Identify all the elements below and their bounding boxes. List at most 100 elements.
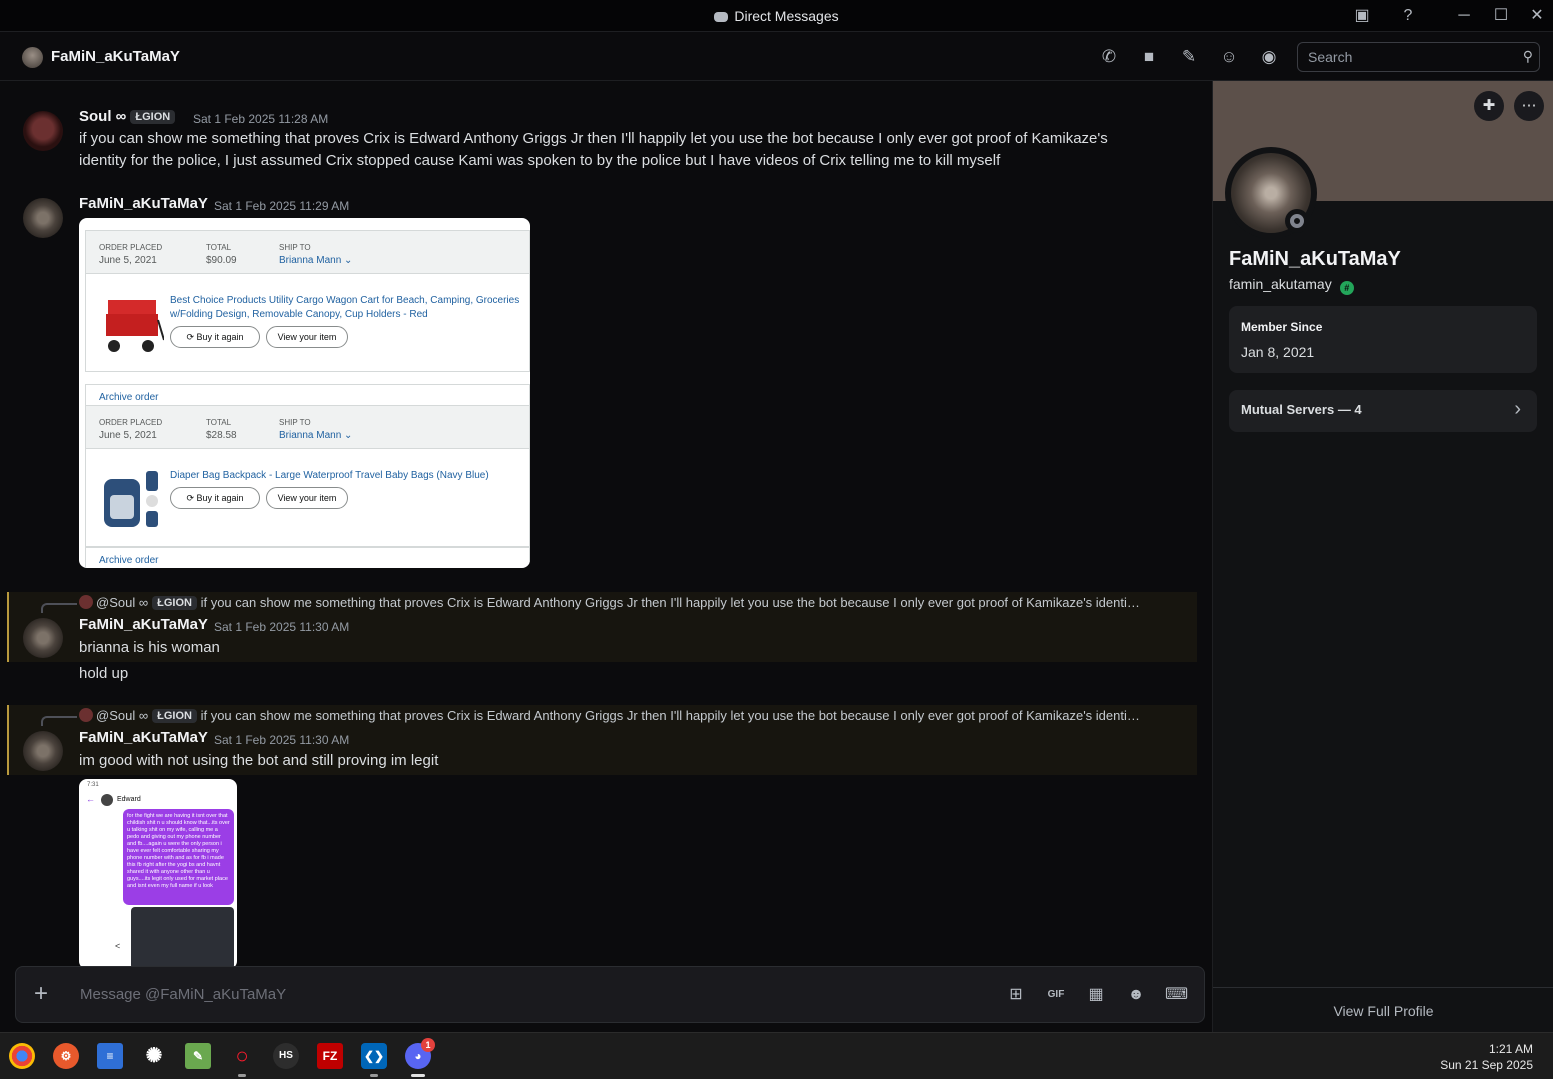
message-input[interactable]: Message @FaMiN_aKuTaMaY xyxy=(80,986,286,1003)
message-text: hold up xyxy=(79,665,129,682)
reply-preview[interactable]: @Soul ∞ ŁGION if you can show me somethin… xyxy=(41,708,1140,726)
image-attachment-orders[interactable]: ORDER PLACED June 5, 2021 TOTAL $90.09 S… xyxy=(79,218,530,568)
filezilla-icon[interactable]: FZ xyxy=(317,1043,343,1069)
archive-order-link: Archive order xyxy=(85,547,530,568)
phone-icon[interactable]: ✆ xyxy=(1099,47,1119,67)
notepad-plus-icon[interactable]: ✎ xyxy=(185,1043,211,1069)
chatgpt-icon[interactable]: ✺ xyxy=(141,1043,167,1069)
user-profile-panel: ✚ ⋯ FaMiN_aKuTaMaY famin_akutamay # Membe… xyxy=(1212,81,1553,1032)
buy-again-button: ⟳ Buy it again xyxy=(170,326,260,348)
message-timestamp: Sat 1 Feb 2025 11:30 AM xyxy=(214,620,350,634)
discord-icon xyxy=(714,12,729,22)
avatar[interactable] xyxy=(23,198,63,238)
user-profile-icon[interactable]: ◉ xyxy=(1259,47,1279,67)
status-indicator xyxy=(1285,209,1309,233)
message-timestamp: Sat 1 Feb 2025 11:29 AM xyxy=(214,199,350,213)
order-header: ORDER PLACED June 5, 2021 TOTAL $90.09 S… xyxy=(85,230,530,274)
maximize-button[interactable]: ☐ xyxy=(1491,6,1511,26)
clock-time: 1:21 AM xyxy=(1488,1042,1533,1056)
message-text: brianna is his woman xyxy=(79,639,220,656)
video-icon[interactable]: ■ xyxy=(1139,47,1159,67)
member-since-label: Member Since xyxy=(1241,320,1323,334)
profile-display-name: FaMiN_aKuTaMaY xyxy=(1229,248,1401,270)
diaper-bag-product-image xyxy=(104,471,158,527)
profile-username: famin_akutamay # xyxy=(1229,276,1354,295)
phone-status-bar: 7:31 xyxy=(87,782,99,788)
mutual-servers-button[interactable]: Mutual Servers — 4 › xyxy=(1229,390,1537,432)
message-timestamp: Sat 1 Feb 2025 11:30 AM xyxy=(214,733,350,747)
phone-embedded-screenshot xyxy=(131,907,234,966)
phone-message-bubble: for the fight we are having it isnt over… xyxy=(123,809,234,905)
opera-icon[interactable]: ○ xyxy=(229,1043,255,1077)
phone-contact-name: Edward xyxy=(117,796,141,803)
chevron-down-icon: ⌄ xyxy=(344,255,353,266)
avatar[interactable] xyxy=(23,618,63,658)
product-title: Best Choice Products Utility Cargo Wagon… xyxy=(170,295,520,320)
vscode-icon[interactable]: ❮❯ xyxy=(361,1043,387,1077)
reply-spine xyxy=(41,716,77,726)
message-list[interactable]: Soul ∞ ŁGION Sat 1 Feb 2025 11:28 AM if y… xyxy=(0,81,1212,966)
message-author[interactable]: FaMiN_aKuTaMaY xyxy=(79,729,208,746)
pin-icon[interactable]: ✎ xyxy=(1179,47,1199,67)
order-body: Diaper Bag Backpack - Large Waterproof T… xyxy=(85,449,530,547)
hs-icon[interactable]: HS xyxy=(273,1043,299,1069)
dm-header: FaMiN_aKuTaMaY ✆ ■ ✎ ☺ ◉ ⚲ xyxy=(0,33,1553,81)
message-text: if you can show me something that proves… xyxy=(79,130,1108,147)
image-attachment-phone[interactable]: 7:31 ← Edward for the fight we are havin… xyxy=(79,779,237,966)
buy-again-button: ⟳ Buy it again xyxy=(170,487,260,509)
notification-badge: 1 xyxy=(421,1038,435,1052)
message-text: identity for the police, I just assumed … xyxy=(79,152,1001,169)
close-button[interactable]: ✕ xyxy=(1527,6,1547,26)
gift-icon[interactable]: ⊞ xyxy=(1005,985,1027,1005)
discord-icon[interactable]: ◕ 1 xyxy=(405,1038,435,1077)
reply-preview[interactable]: @Soul ∞ ŁGION if you can show me somethin… xyxy=(41,595,1140,613)
inbox-icon[interactable]: ▣ xyxy=(1352,6,1372,26)
sticker-icon[interactable]: ▦ xyxy=(1085,985,1107,1005)
view-full-profile-button[interactable]: View Full Profile xyxy=(1213,987,1553,1032)
reorder-icon: ⟳ xyxy=(186,493,197,503)
launcher-icon[interactable]: ⚙ xyxy=(53,1043,79,1069)
avatar xyxy=(101,794,113,806)
gamepad-icon[interactable]: ⌨ xyxy=(1165,985,1188,1005)
message-author[interactable]: FaMiN_aKuTaMaY xyxy=(79,616,208,633)
avatar xyxy=(79,595,93,609)
add-friends-icon[interactable]: ☺ xyxy=(1219,47,1239,67)
share-icon: < xyxy=(115,941,121,951)
emoji-icon[interactable]: ☻ xyxy=(1125,985,1147,1005)
reply-spine xyxy=(41,603,77,613)
dm-recipient-name[interactable]: FaMiN_aKuTaMaY xyxy=(51,48,180,65)
add-attachment-button[interactable]: + xyxy=(34,981,48,1007)
message-timestamp: Sat 1 Feb 2025 11:28 AM xyxy=(193,112,329,126)
chevron-right-icon: › xyxy=(1514,398,1521,420)
notepad-icon[interactable]: ≡ xyxy=(97,1043,123,1069)
reorder-icon: ⟳ xyxy=(186,332,197,342)
search-box[interactable]: ⚲ xyxy=(1297,42,1540,72)
product-title: Diaper Bag Backpack - Large Waterproof T… xyxy=(170,470,489,481)
order-header: ORDER PLACED June 5, 2021 TOTAL $28.58 S… xyxy=(85,405,530,449)
system-clock[interactable]: 1:21 AM Sun 21 Sep 2025 xyxy=(1440,1041,1533,1073)
phone-chat-header: ← Edward xyxy=(79,791,237,809)
search-input[interactable] xyxy=(1308,49,1508,65)
message-composer[interactable]: + Message @FaMiN_aKuTaMaY ⊞ GIF ▦ ☻ ⌨ xyxy=(15,966,1205,1023)
member-since-box: Member Since Jan 8, 2021 xyxy=(1229,306,1537,373)
search-icon: ⚲ xyxy=(1522,48,1533,64)
chrome-icon[interactable] xyxy=(9,1043,35,1069)
add-friend-icon[interactable]: ✚ xyxy=(1474,91,1504,121)
avatar xyxy=(79,708,93,722)
message-author[interactable]: Soul ∞ ŁGION xyxy=(79,108,176,125)
window-titlebar: Direct Messages ▣ ? ─ ☐ ✕ xyxy=(0,0,1553,32)
wagon-product-image xyxy=(106,300,164,352)
minimize-button[interactable]: ─ xyxy=(1454,6,1474,26)
avatar[interactable] xyxy=(23,111,63,151)
avatar[interactable] xyxy=(22,47,43,68)
message-author[interactable]: FaMiN_aKuTaMaY xyxy=(79,195,208,212)
order-body: Best Choice Products Utility Cargo Wagon… xyxy=(85,274,530,372)
help-icon[interactable]: ? xyxy=(1398,6,1418,26)
clock-date: Sun 21 Sep 2025 xyxy=(1440,1058,1533,1072)
server-tag[interactable]: ŁGION xyxy=(130,110,176,124)
avatar[interactable] xyxy=(23,731,63,771)
message-text: im good with not using the bot and still… xyxy=(79,752,439,769)
more-options-icon[interactable]: ⋯ xyxy=(1514,91,1544,121)
hash-badge-icon: # xyxy=(1339,281,1354,295)
gif-icon[interactable]: GIF xyxy=(1045,985,1067,1005)
